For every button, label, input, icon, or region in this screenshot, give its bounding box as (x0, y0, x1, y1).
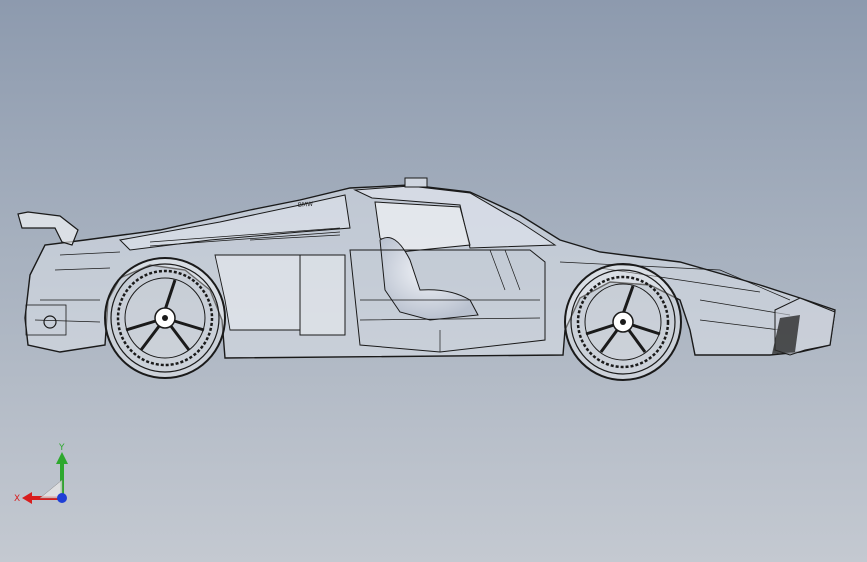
car-wireframe-model[interactable]: BMW (0, 0, 867, 562)
roof-scoop (404, 177, 428, 188)
rear-wheel (104, 257, 226, 379)
y-axis-arrowhead (56, 452, 68, 464)
y-axis-label: Y (58, 443, 65, 453)
x-axis-arrowhead (22, 492, 32, 504)
engine-block (214, 254, 301, 331)
front-wheel (564, 263, 682, 381)
roof-badge-text: BMW (298, 201, 314, 209)
x-axis-label: X (14, 494, 20, 504)
axis-triad[interactable]: Y X (10, 440, 80, 510)
side-intake (299, 254, 346, 336)
z-axis-dot (57, 493, 67, 503)
rear-wing (17, 211, 79, 246)
cad-viewport[interactable]: BMW Y X (0, 0, 867, 562)
